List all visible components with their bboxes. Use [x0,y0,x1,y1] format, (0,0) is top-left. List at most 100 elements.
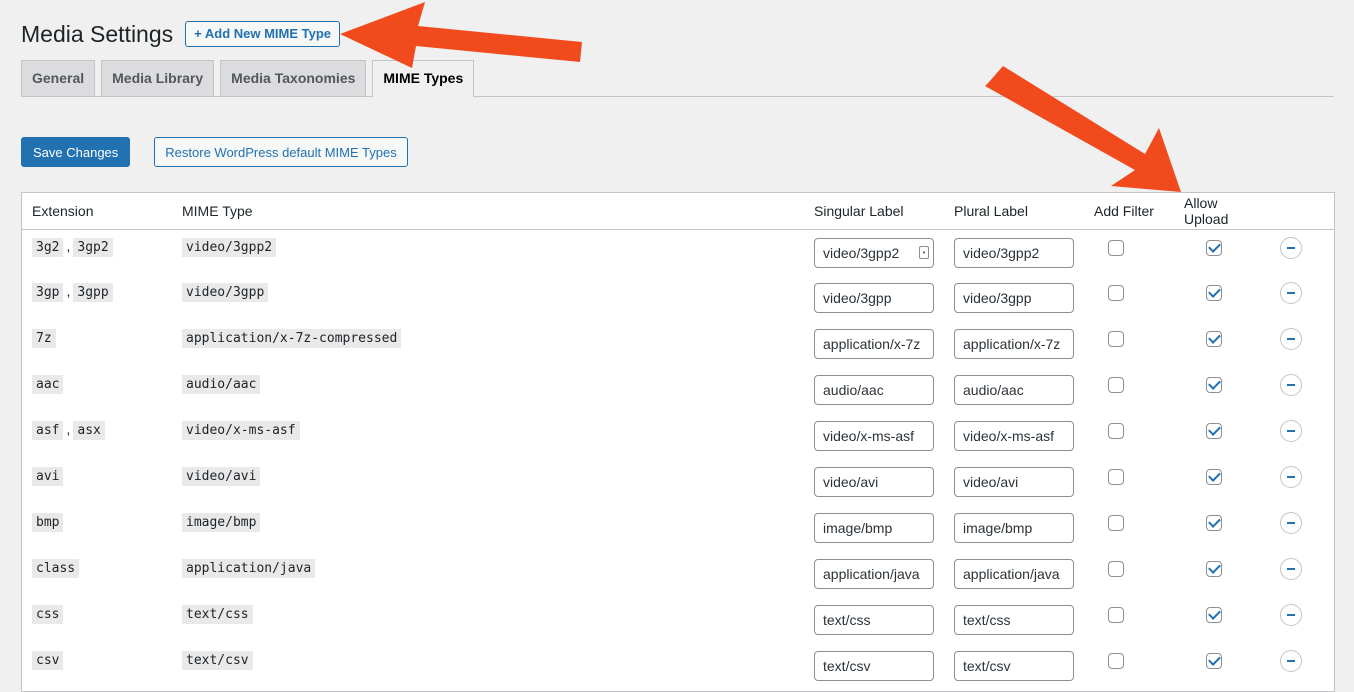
add-filter-cell [1084,275,1174,321]
restore-defaults-button[interactable]: Restore WordPress default MIME Types [154,137,408,167]
singular-label-input[interactable] [814,605,934,635]
column-header-singular-label: Singular Label [804,193,944,230]
plural-label-cell [944,367,1084,413]
extension-code: csv [32,651,64,670]
plural-label-input[interactable] [954,605,1074,635]
remove-row-button[interactable] [1280,374,1302,396]
extension-cell: csv [22,643,172,689]
actions-bar: Save Changes Restore WordPress default M… [21,137,408,167]
remove-row-button[interactable] [1280,236,1302,259]
plural-label-input[interactable] [954,421,1074,451]
singular-label-input[interactable] [814,513,934,543]
singular-label-input[interactable] [814,237,934,268]
plural-label-input[interactable] [954,559,1074,589]
extension-code: 3gp [32,283,64,302]
mime-type-code: video/3gpp2 [182,237,277,257]
singular-label-input[interactable] [814,375,934,405]
plural-label-input[interactable] [954,651,1074,681]
plural-label-input[interactable] [954,329,1074,359]
plural-label-input[interactable] [954,283,1074,313]
allow-upload-cell [1174,505,1274,551]
singular-label-input[interactable] [814,559,934,589]
allow-upload-checkbox[interactable] [1206,423,1222,439]
password-manager-icon[interactable]: • [919,245,929,259]
table-row: avi video/avi [22,459,1334,505]
column-header-mime-type: MIME Type [172,193,804,230]
remove-row-button[interactable] [1280,558,1302,580]
singular-label-cell [804,643,944,689]
allow-upload-checkbox[interactable] [1206,377,1222,393]
mime-type-code: application/x-7z-compressed [182,329,402,348]
allow-upload-checkbox[interactable] [1206,515,1222,531]
remove-row-button[interactable] [1280,420,1302,442]
allow-upload-checkbox[interactable] [1206,285,1222,301]
allow-upload-checkbox[interactable] [1206,607,1222,623]
add-filter-checkbox[interactable] [1108,561,1124,577]
remove-cell [1274,367,1334,413]
table-row: csv text/csv [22,643,1334,689]
table-row: asf, asx video/x-ms-asf [22,413,1334,459]
add-filter-checkbox[interactable] [1108,331,1124,347]
save-changes-button[interactable]: Save Changes [21,137,131,167]
singular-label-input[interactable] [814,467,934,497]
tab-media-library[interactable]: Media Library [101,60,215,96]
extension-cell: 7z [22,321,172,367]
table-row: bmp image/bmp [22,505,1334,551]
allow-upload-checkbox[interactable] [1206,561,1222,577]
remove-row-button[interactable] [1280,604,1302,626]
add-filter-checkbox[interactable] [1108,469,1124,485]
remove-row-button[interactable] [1280,650,1302,672]
remove-cell [1274,597,1334,643]
singular-label-input[interactable] [814,421,934,451]
allow-upload-checkbox[interactable] [1206,653,1222,669]
extension-code: css [32,605,64,624]
allow-upload-cell [1174,459,1274,505]
mime-type-cell: video/x-ms-asf [172,413,804,459]
remove-cell [1274,551,1334,597]
singular-label-input[interactable] [814,651,934,681]
plural-label-cell [944,413,1084,459]
singular-label-cell [804,413,944,459]
remove-row-button[interactable] [1280,466,1302,488]
add-filter-checkbox[interactable] [1108,515,1124,531]
extension-code: asx [73,421,105,440]
mime-type-cell: text/css [172,597,804,643]
plural-label-cell [944,597,1084,643]
extension-code: aac [32,375,64,394]
extension-separator: , [66,237,71,254]
allow-upload-checkbox[interactable] [1206,239,1222,256]
plural-label-input[interactable] [954,237,1074,268]
mime-type-code: video/avi [182,467,261,486]
mime-types-table: Extension MIME Type Singular Label Plura… [21,192,1335,692]
tab-media-taxonomies[interactable]: Media Taxonomies [220,60,367,96]
plural-label-input[interactable] [954,467,1074,497]
remove-cell [1274,229,1334,275]
add-filter-checkbox[interactable] [1108,285,1124,301]
add-filter-checkbox[interactable] [1108,239,1124,256]
add-filter-checkbox[interactable] [1108,607,1124,623]
remove-row-button[interactable] [1280,512,1302,534]
add-new-mime-type-button[interactable]: + Add New MIME Type [185,21,341,47]
table-row: 3g2,3gp2 video/3gpp2 • [22,229,1334,275]
singular-label-input[interactable] [814,329,934,359]
add-filter-cell [1084,413,1174,459]
table-row: 7z application/x-7z-compressed [22,321,1334,367]
extension-code: asf [32,421,64,440]
add-filter-checkbox[interactable] [1108,423,1124,439]
allow-upload-checkbox[interactable] [1206,331,1222,347]
remove-row-button[interactable] [1280,282,1302,304]
add-filter-cell [1084,597,1174,643]
singular-label-input[interactable] [814,283,934,313]
plural-label-input[interactable] [954,375,1074,405]
allow-upload-cell [1174,413,1274,459]
allow-upload-cell [1174,367,1274,413]
add-filter-checkbox[interactable] [1108,653,1124,669]
mime-type-cell: audio/aac [172,367,804,413]
table-row: css text/css [22,597,1334,643]
allow-upload-checkbox[interactable] [1206,469,1222,485]
tab-general[interactable]: General [21,60,96,96]
plural-label-input[interactable] [954,513,1074,543]
remove-row-button[interactable] [1280,328,1302,350]
tab-mime-types[interactable]: MIME Types [372,60,475,97]
add-filter-checkbox[interactable] [1108,377,1124,393]
